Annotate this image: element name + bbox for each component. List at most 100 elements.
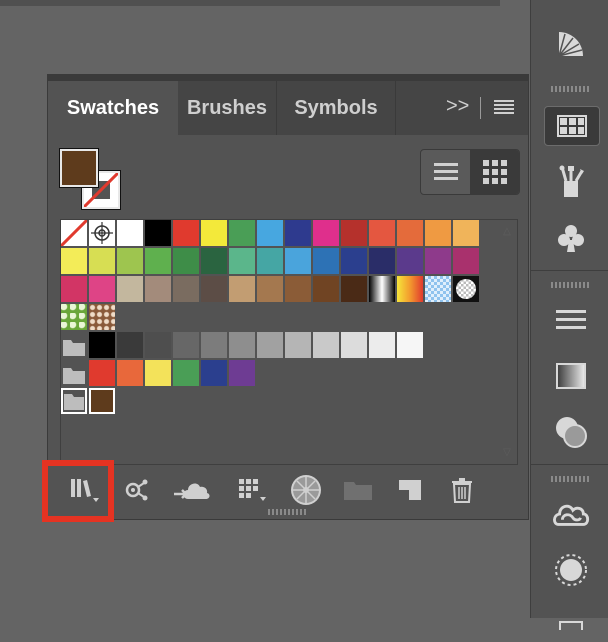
tab-swatches[interactable]: Swatches xyxy=(48,81,178,135)
swatch-color[interactable] xyxy=(61,276,87,302)
swatch-color[interactable] xyxy=(173,276,199,302)
swatch-color[interactable] xyxy=(229,276,255,302)
swatch-color[interactable] xyxy=(173,220,199,246)
swatch-color[interactable] xyxy=(229,248,255,274)
swatch-color[interactable] xyxy=(453,248,479,274)
swatch-color[interactable] xyxy=(201,276,227,302)
new-swatch-icon[interactable] xyxy=(392,473,428,507)
swatch-color[interactable] xyxy=(61,248,87,274)
swatch-options-icon[interactable] xyxy=(234,473,270,507)
swatch-color[interactable] xyxy=(285,276,311,302)
expand-panels-button[interactable]: >> xyxy=(446,95,469,121)
swatch-bright[interactable] xyxy=(229,360,255,386)
panel-menu-icon[interactable] xyxy=(494,99,514,120)
swatch-color[interactable] xyxy=(313,276,339,302)
swatch-color[interactable] xyxy=(145,248,171,274)
swatch-gray[interactable] xyxy=(201,332,227,358)
swatch-color[interactable] xyxy=(397,248,423,274)
swatch-color[interactable] xyxy=(285,248,311,274)
dock-grip[interactable] xyxy=(551,282,591,288)
gradient-icon[interactable] xyxy=(551,356,591,396)
scroll-down-icon[interactable]: ▽ xyxy=(501,447,513,458)
creative-cloud-icon[interactable] xyxy=(551,494,591,534)
swatch-color[interactable] xyxy=(369,276,395,302)
swatch-scrollbar[interactable]: △ ▽ xyxy=(501,226,513,458)
swatch-color[interactable] xyxy=(257,220,283,246)
swatch-color[interactable] xyxy=(117,248,143,274)
swatch-color[interactable] xyxy=(89,276,115,302)
tab-symbols[interactable]: Symbols xyxy=(277,81,396,135)
swatch-bright[interactable] xyxy=(89,360,115,386)
swatches-icon[interactable] xyxy=(544,106,600,146)
cloud-library-icon[interactable] xyxy=(170,473,214,507)
swatch-color[interactable] xyxy=(145,276,171,302)
swatch-none[interactable] xyxy=(61,220,87,246)
gradient-fan-icon[interactable] xyxy=(551,24,591,64)
swatch-color[interactable] xyxy=(369,248,395,274)
swatch-gray[interactable] xyxy=(229,332,255,358)
color-group-folder-icon[interactable] xyxy=(61,360,87,386)
swatch-color[interactable] xyxy=(369,220,395,246)
swatch-gray[interactable] xyxy=(145,332,171,358)
swatch-color[interactable] xyxy=(453,220,479,246)
dock-grip[interactable] xyxy=(551,86,591,92)
swatch-color[interactable] xyxy=(397,276,423,302)
swatch-gray[interactable] xyxy=(369,332,395,358)
swatch-gray[interactable] xyxy=(285,332,311,358)
delete-swatch-icon[interactable] xyxy=(444,473,480,507)
swatch-gray[interactable] xyxy=(89,332,115,358)
swatch-color[interactable] xyxy=(397,220,423,246)
symbols-icon[interactable] xyxy=(551,218,591,258)
swatch-color[interactable] xyxy=(425,276,451,302)
swatch-gray[interactable] xyxy=(313,332,339,358)
swatch-color[interactable] xyxy=(201,220,227,246)
swatch-color[interactable] xyxy=(173,248,199,274)
swatch-color[interactable] xyxy=(341,220,367,246)
color-group-folder-icon[interactable] xyxy=(61,388,87,414)
swatch-color[interactable] xyxy=(285,220,311,246)
swatch-color[interactable] xyxy=(229,220,255,246)
swatch-bright[interactable] xyxy=(173,360,199,386)
scroll-up-icon[interactable]: △ xyxy=(501,226,513,237)
swatch-color[interactable] xyxy=(425,220,451,246)
swatch-color[interactable] xyxy=(313,220,339,246)
new-color-group-icon[interactable] xyxy=(340,473,376,507)
fill-swatch[interactable] xyxy=(60,149,98,187)
align-icon[interactable] xyxy=(551,300,591,340)
show-swatch-kinds-icon[interactable] xyxy=(118,473,154,507)
swatch-color[interactable] xyxy=(117,220,143,246)
panel-resize-grip[interactable] xyxy=(268,509,308,515)
brushes-icon[interactable] xyxy=(551,162,591,202)
color-group-folder-icon[interactable] xyxy=(61,332,87,358)
swatch-registration[interactable] xyxy=(89,220,115,246)
appearance-icon[interactable] xyxy=(551,550,591,590)
swatch-color[interactable] xyxy=(313,248,339,274)
swatch-pattern[interactable] xyxy=(89,304,115,330)
swatch-gray[interactable] xyxy=(341,332,367,358)
swatch-color[interactable] xyxy=(257,248,283,274)
swatch-bright[interactable] xyxy=(117,360,143,386)
swatch-color[interactable] xyxy=(453,276,479,302)
swatch-selected[interactable] xyxy=(89,388,115,414)
swatch-bright[interactable] xyxy=(145,360,171,386)
dock-grip[interactable] xyxy=(551,476,591,482)
transparency-icon[interactable] xyxy=(551,412,591,452)
swatch-color[interactable] xyxy=(117,276,143,302)
swatch-color[interactable] xyxy=(145,220,171,246)
swatch-bright[interactable] xyxy=(201,360,227,386)
tab-brushes[interactable]: Brushes xyxy=(178,81,277,135)
list-view-icon[interactable] xyxy=(421,150,470,194)
grid-view-icon[interactable] xyxy=(470,150,519,194)
swatch-color[interactable] xyxy=(425,248,451,274)
swatch-color[interactable] xyxy=(257,276,283,302)
swatch-gray[interactable] xyxy=(117,332,143,358)
swatch-gray[interactable] xyxy=(257,332,283,358)
dock-partial-icon[interactable] xyxy=(551,602,591,642)
swatch-pattern[interactable] xyxy=(61,304,87,330)
swatch-color[interactable] xyxy=(341,248,367,274)
swatch-gray[interactable] xyxy=(173,332,199,358)
color-group-icon[interactable] xyxy=(288,473,324,507)
swatch-color[interactable] xyxy=(341,276,367,302)
swatch-color[interactable] xyxy=(201,248,227,274)
swatch-gray[interactable] xyxy=(397,332,423,358)
